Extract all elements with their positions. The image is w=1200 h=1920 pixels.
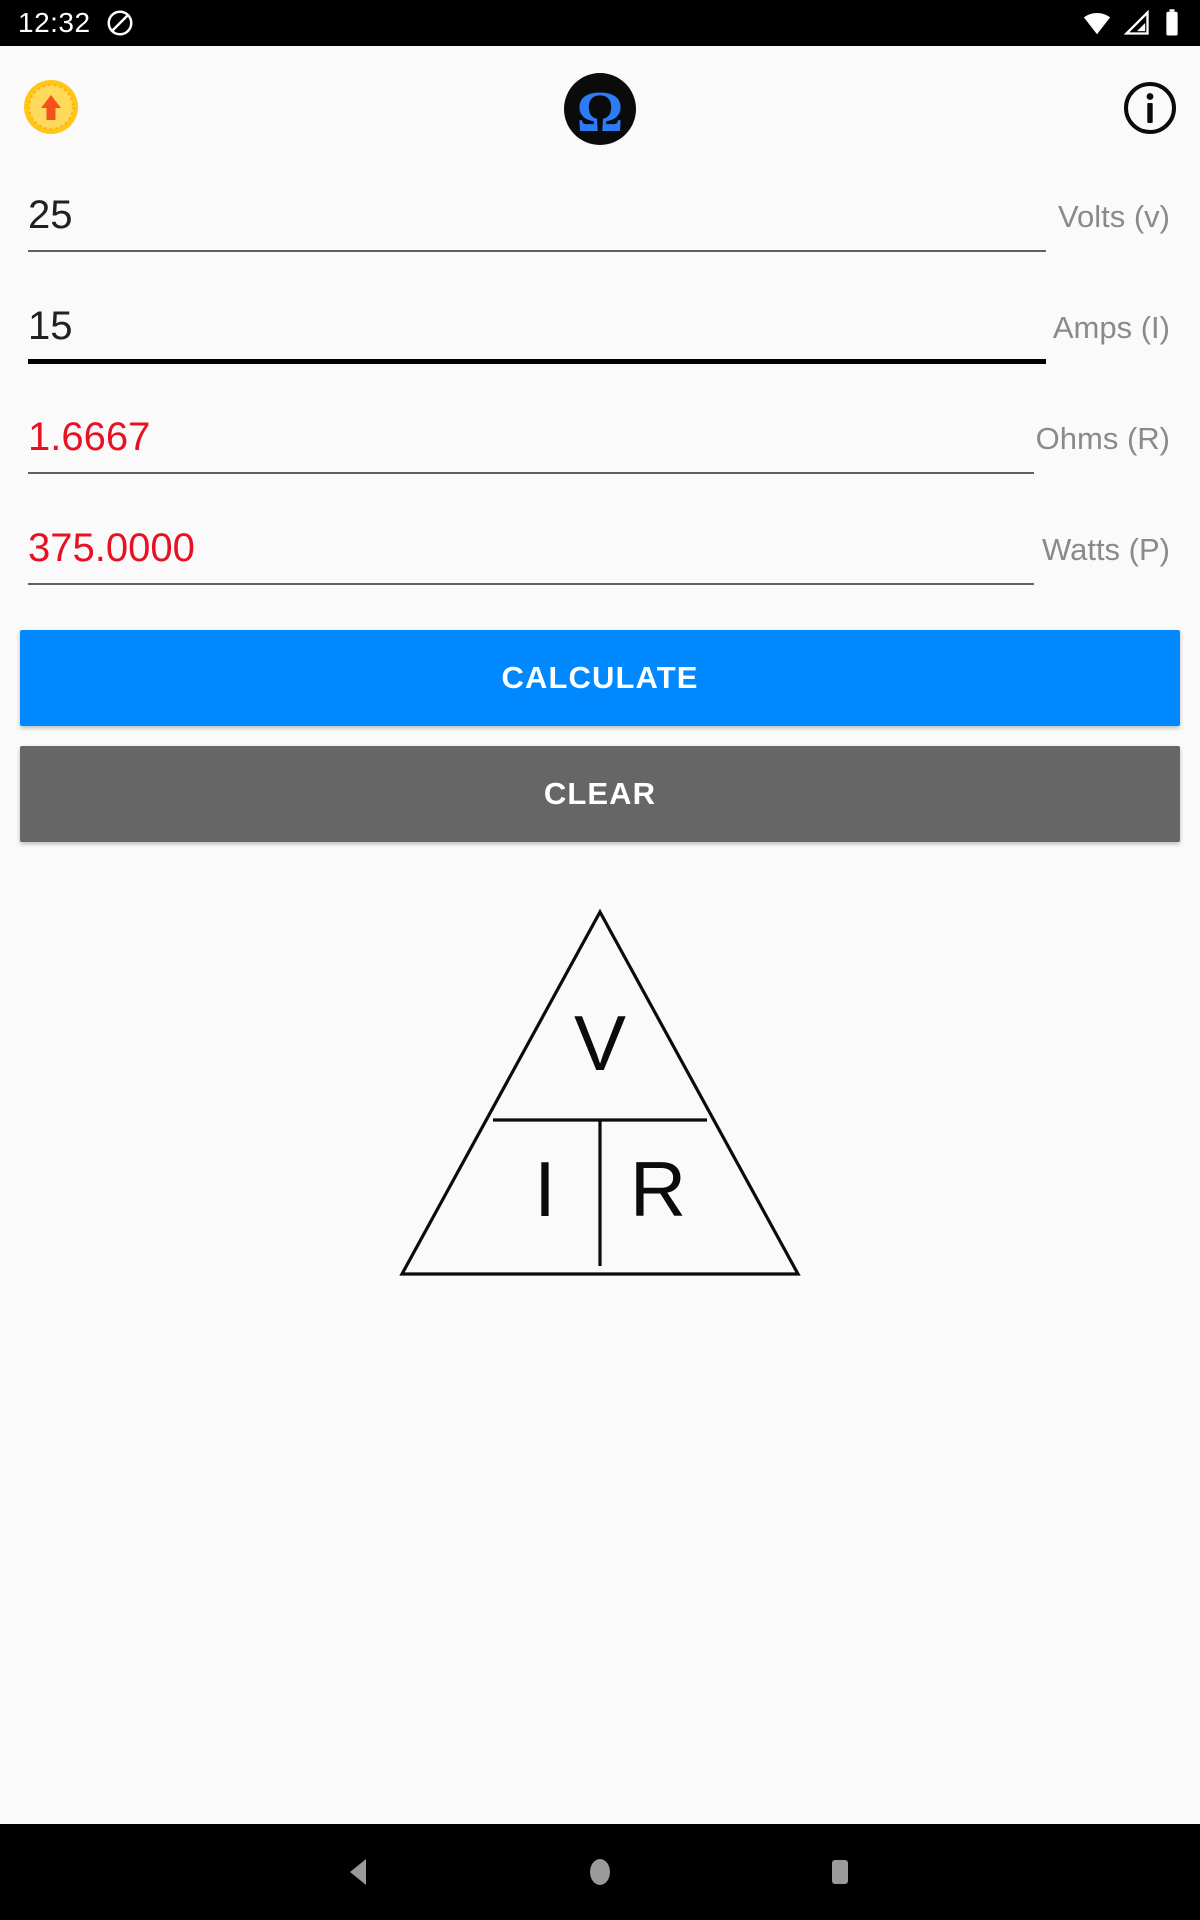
field-row-watts: Watts (P) bbox=[0, 507, 1200, 618]
status-bar: 12:32 bbox=[0, 0, 1200, 46]
back-button[interactable] bbox=[240, 1824, 480, 1920]
watts-underline bbox=[28, 583, 1034, 585]
battery-icon bbox=[1162, 8, 1182, 38]
amps-label: Amps (I) bbox=[1052, 310, 1170, 345]
omega-logo-icon: Ω bbox=[563, 72, 637, 146]
app-header: Ω bbox=[0, 46, 1200, 168]
omega-symbol: Ω bbox=[577, 79, 623, 144]
recents-button[interactable] bbox=[720, 1824, 960, 1920]
calculate-button[interactable]: CALCULATE bbox=[20, 630, 1180, 726]
do-not-disturb-icon bbox=[105, 8, 135, 38]
watts-result-wrap bbox=[28, 521, 1018, 575]
amps-input-wrap bbox=[28, 299, 1028, 353]
triangle-letter-i: I bbox=[534, 1145, 556, 1233]
coin-upgrade-icon[interactable] bbox=[22, 78, 80, 136]
ohms-underline bbox=[28, 472, 1034, 474]
volts-input[interactable] bbox=[28, 188, 1028, 242]
volts-input-wrap bbox=[28, 188, 1028, 242]
ohms-law-triangle: V I R bbox=[399, 908, 801, 1276]
status-bar-system-icons bbox=[1082, 8, 1182, 38]
back-triangle-icon bbox=[350, 1859, 366, 1885]
device-screen: 12:32 Ω 25 Volts (v) 15 Amps (I) 1.6667 … bbox=[0, 0, 1200, 1920]
status-bar-notification-icons bbox=[105, 8, 135, 38]
calculator-fields: Volts (v) Amps (I) Ohms (R) bbox=[0, 168, 1200, 618]
wifi-icon bbox=[1082, 8, 1112, 38]
amps-underline-focused bbox=[28, 359, 1046, 364]
watts-label: Watts (P) bbox=[1041, 532, 1170, 567]
field-row-amps: Amps (I) bbox=[0, 285, 1200, 396]
app-content: Ω Volts (v) bbox=[0, 46, 1200, 1824]
ohms-result[interactable] bbox=[28, 410, 1018, 464]
watts-result[interactable] bbox=[28, 521, 1018, 575]
status-clock: 12:32 bbox=[18, 7, 91, 38]
cell-signal-icon bbox=[1123, 9, 1151, 37]
clear-button[interactable]: CLEAR bbox=[20, 746, 1180, 842]
volts-label: Volts (v) bbox=[1058, 199, 1170, 234]
action-buttons: CALCULATE CLEAR bbox=[0, 618, 1200, 842]
field-row-ohms: Ohms (R) bbox=[0, 396, 1200, 507]
field-row-volts: Volts (v) bbox=[0, 174, 1200, 285]
triangle-letter-r: R bbox=[630, 1145, 686, 1233]
volts-underline bbox=[28, 250, 1046, 252]
triangle-letter-v: V bbox=[574, 999, 626, 1087]
recents-square-icon bbox=[832, 1860, 848, 1884]
android-navigation-bar bbox=[0, 1824, 1200, 1920]
home-button[interactable] bbox=[480, 1824, 720, 1920]
ohms-result-wrap bbox=[28, 410, 1018, 464]
info-icon[interactable] bbox=[1122, 80, 1178, 136]
home-circle-icon bbox=[590, 1859, 610, 1885]
amps-input[interactable] bbox=[28, 299, 1028, 353]
ohms-label: Ohms (R) bbox=[1035, 421, 1170, 456]
